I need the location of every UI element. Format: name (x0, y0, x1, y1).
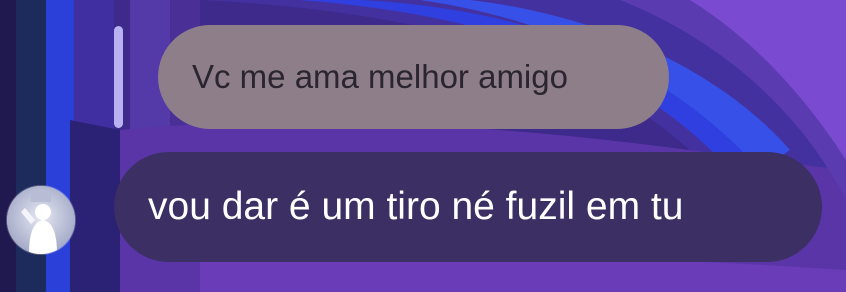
quoted-message-text: Vc me ama melhor amigo (192, 58, 568, 95)
message-bubble[interactable]: vou dar é um tiro né fuzil em tu (114, 152, 822, 262)
sender-avatar[interactable] (7, 186, 75, 254)
reply-indicator-bar (114, 26, 123, 128)
message-text: vou dar é um tiro né fuzil em tu (148, 185, 684, 228)
quoted-message-bubble[interactable]: Vc me ama melhor amigo (158, 25, 669, 129)
profile-photo-silhouette-icon (7, 186, 75, 254)
